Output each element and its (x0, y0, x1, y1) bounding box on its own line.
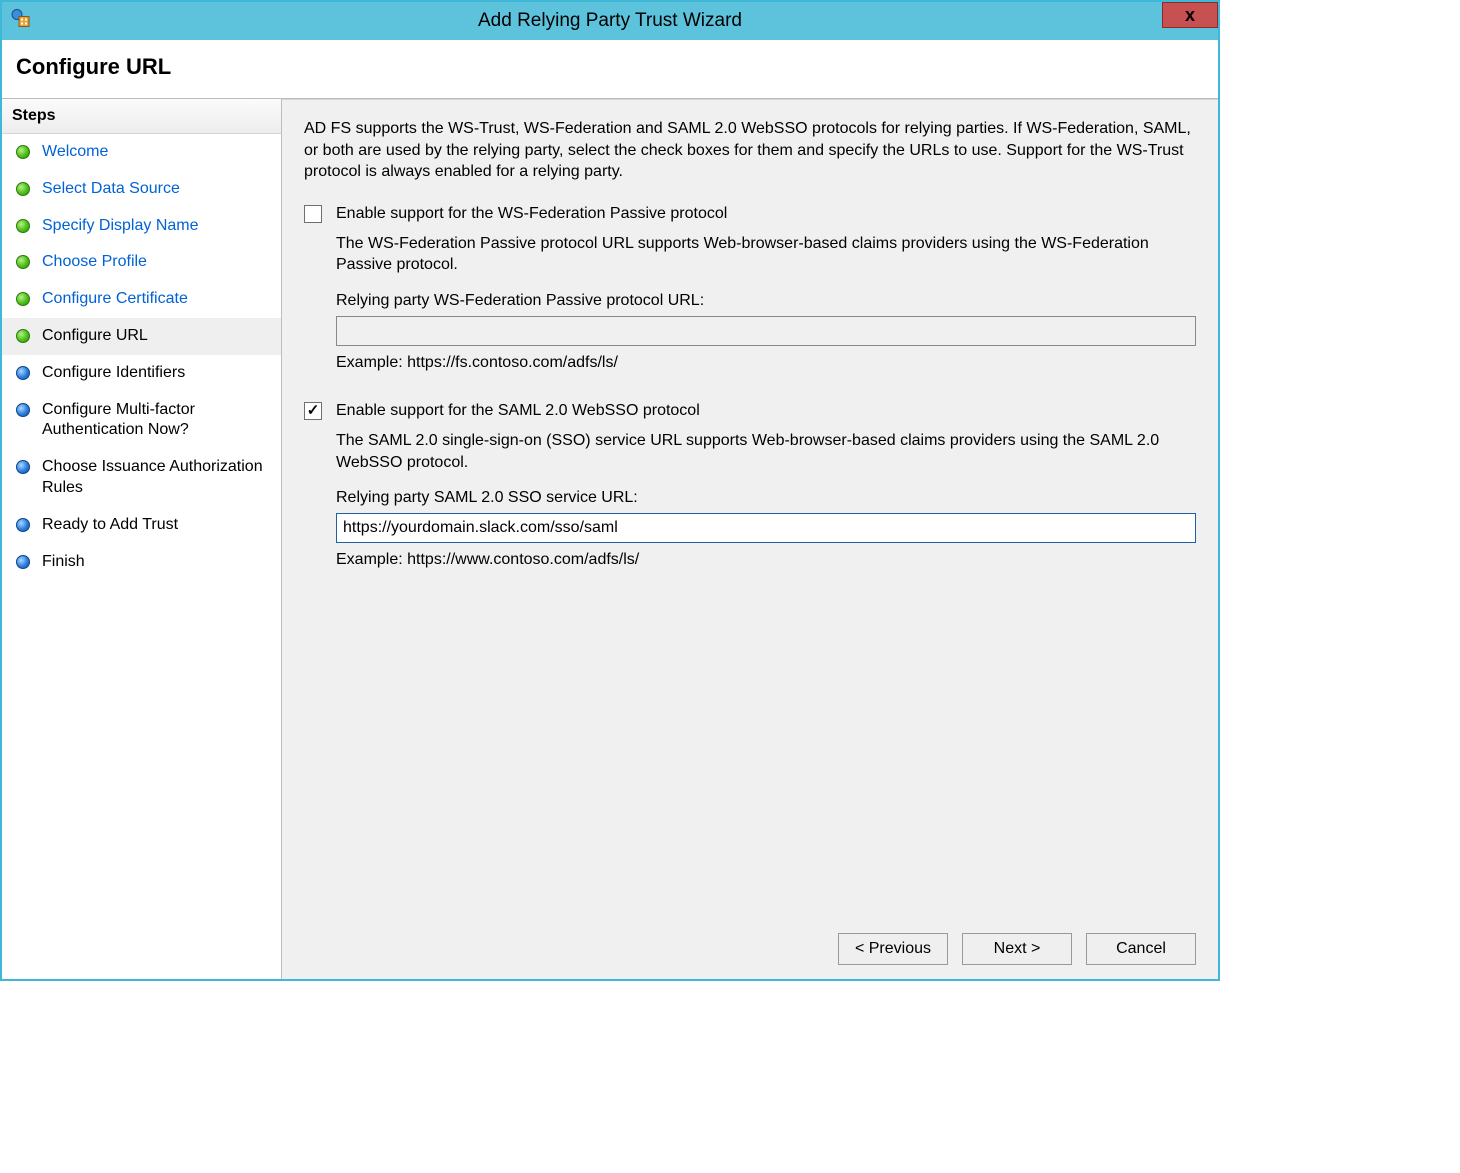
cancel-button[interactable]: Cancel (1086, 933, 1196, 965)
step-label: Choose Issuance Authorization Rules (42, 457, 269, 499)
saml-description: The SAML 2.0 single-sign-on (SSO) servic… (336, 430, 1196, 473)
saml-url-input[interactable] (336, 513, 1196, 543)
step-8[interactable]: Choose Issuance Authorization Rules (2, 449, 281, 507)
wsfed-url-label: Relying party WS-Federation Passive prot… (336, 292, 1196, 310)
step-label: Configure Identifiers (42, 363, 185, 384)
step-label: Configure Certificate (42, 289, 188, 310)
next-button[interactable]: Next > (962, 933, 1072, 965)
step-bullet-icon (16, 329, 30, 343)
close-icon: x (1185, 5, 1195, 26)
step-2[interactable]: Specify Display Name (2, 208, 281, 245)
steps-heading: Steps (2, 99, 281, 134)
step-label: Specify Display Name (42, 216, 199, 237)
window-title: Add Relying Party Trust Wizard (478, 10, 742, 32)
step-1[interactable]: Select Data Source (2, 171, 281, 208)
step-7[interactable]: Configure Multi-factor Authentication No… (2, 392, 281, 450)
main-panel: AD FS supports the WS-Trust, WS-Federati… (282, 99, 1218, 979)
step-bullet-icon (16, 555, 30, 569)
wsfed-check-row: Enable support for the WS-Federation Pas… (304, 205, 1196, 223)
previous-button[interactable]: < Previous (838, 933, 948, 965)
intro-text: AD FS supports the WS-Trust, WS-Federati… (304, 118, 1196, 183)
step-3[interactable]: Choose Profile (2, 244, 281, 281)
step-bullet-icon (16, 460, 30, 474)
wsfed-checkbox-label[interactable]: Enable support for the WS-Federation Pas… (336, 205, 727, 223)
titlebar: Add Relying Party Trust Wizard x (2, 2, 1218, 40)
close-button[interactable]: x (1162, 2, 1218, 28)
step-bullet-icon (16, 182, 30, 196)
wsfed-example: Example: https://fs.contoso.com/adfs/ls/ (336, 354, 1196, 372)
wizard-window: Add Relying Party Trust Wizard x Configu… (0, 0, 1220, 981)
step-label: Choose Profile (42, 252, 147, 273)
saml-check-row: Enable support for the SAML 2.0 WebSSO p… (304, 402, 1196, 420)
step-bullet-icon (16, 403, 30, 417)
step-label: Welcome (42, 142, 108, 163)
step-label: Ready to Add Trust (42, 515, 178, 536)
wizard-body: Steps Welcome Select Data Source Specify D… (2, 99, 1218, 979)
step-label: Finish (42, 552, 85, 573)
step-label: Configure URL (42, 326, 148, 347)
page-header: Configure URL (2, 40, 1218, 99)
saml-example: Example: https://www.contoso.com/adfs/ls… (336, 551, 1196, 569)
saml-checkbox[interactable] (304, 402, 322, 420)
step-4[interactable]: Configure Certificate (2, 281, 281, 318)
step-5[interactable]: Configure URL (2, 318, 281, 355)
step-bullet-icon (16, 145, 30, 159)
wizard-buttons: < Previous Next > Cancel (304, 919, 1196, 965)
step-label: Select Data Source (42, 179, 180, 200)
step-bullet-icon (16, 366, 30, 380)
step-9[interactable]: Ready to Add Trust (2, 507, 281, 544)
step-6[interactable]: Configure Identifiers (2, 355, 281, 392)
saml-checkbox-label[interactable]: Enable support for the SAML 2.0 WebSSO p… (336, 402, 700, 420)
step-10[interactable]: Finish (2, 544, 281, 581)
saml-section: Enable support for the SAML 2.0 WebSSO p… (304, 402, 1196, 569)
step-bullet-icon (16, 292, 30, 306)
saml-url-label: Relying party SAML 2.0 SSO service URL: (336, 489, 1196, 507)
app-icon (10, 8, 32, 35)
steps-list: Welcome Select Data Source Specify Display… (2, 134, 281, 580)
wsfed-checkbox[interactable] (304, 205, 322, 223)
wsfed-description: The WS-Federation Passive protocol URL s… (336, 233, 1196, 276)
page-title: Configure URL (16, 54, 1204, 80)
step-bullet-icon (16, 518, 30, 532)
step-0[interactable]: Welcome (2, 134, 281, 171)
step-bullet-icon (16, 255, 30, 269)
step-bullet-icon (16, 219, 30, 233)
wsfed-section: Enable support for the WS-Federation Pas… (304, 205, 1196, 372)
step-label: Configure Multi-factor Authentication No… (42, 400, 269, 442)
steps-sidebar: Steps Welcome Select Data Source Specify D… (2, 99, 282, 979)
wsfed-url-input[interactable] (336, 316, 1196, 346)
